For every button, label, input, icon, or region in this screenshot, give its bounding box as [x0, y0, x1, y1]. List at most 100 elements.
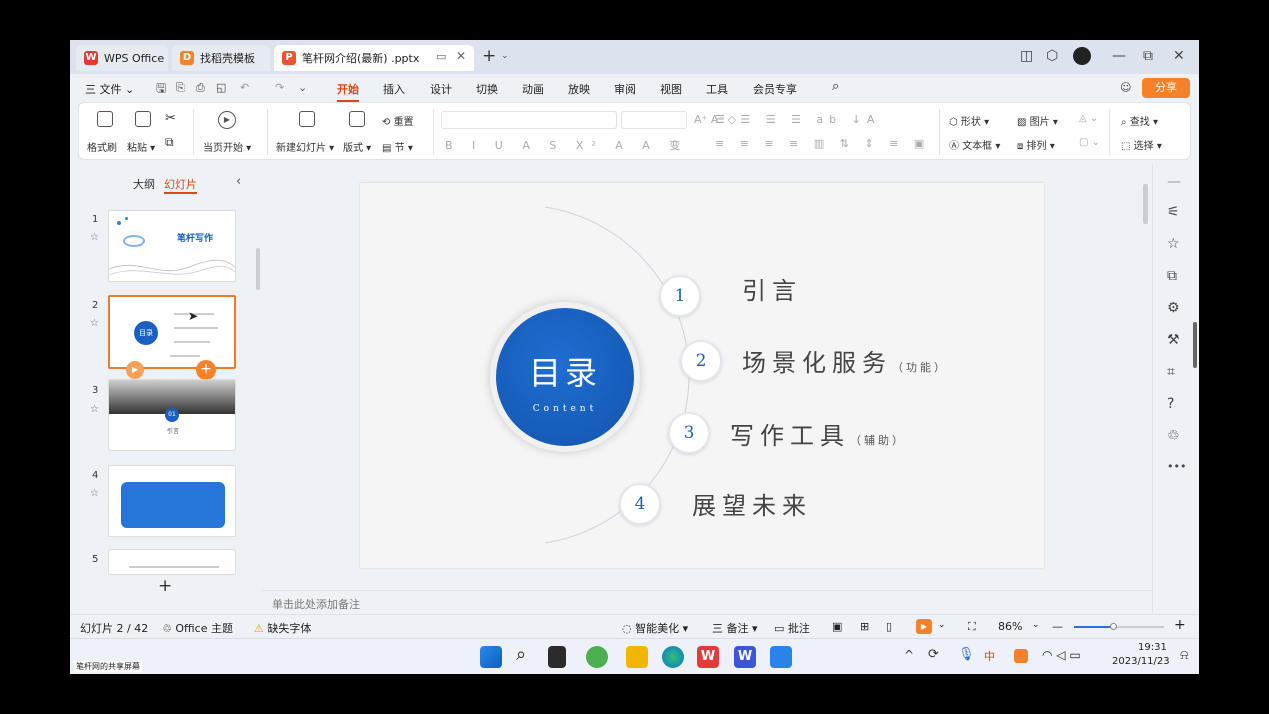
menu-design[interactable]: 设计 — [430, 81, 452, 97]
sidebar-collapse-icon[interactable]: — — [1167, 174, 1181, 190]
word-icon[interactable]: W — [734, 646, 756, 668]
copy-icon[interactable]: ⧉ — [165, 135, 174, 150]
picture-button[interactable]: ▨ 图片 ▾ — [1017, 113, 1058, 128]
slide-thumbnail-2[interactable]: 目录 ➤ — [108, 295, 236, 369]
paste-button[interactable]: 粘贴 ▾ — [127, 139, 155, 154]
paragraph-align-icons[interactable]: ≡ ≡ ≡ ≡ ▥ ⇅ ⇕ ≡ ▣ — [715, 137, 930, 150]
theme-button[interactable]: ♲ Office 主题 — [162, 620, 233, 636]
clock-time[interactable]: 19:31 — [1138, 642, 1167, 653]
play-from-current-button[interactable]: 当页开始 ▾ — [203, 139, 251, 154]
current-slide[interactable]: 目录 Content 1 引言 2 场景化服务（功能） 3 写作工具（辅助） 4… — [360, 183, 1044, 568]
app-green-icon[interactable] — [586, 646, 608, 668]
format-painter-button[interactable]: 格式刷 — [87, 139, 117, 154]
zoom-out-icon[interactable]: — — [1052, 620, 1063, 633]
zoom-slider-thumb[interactable] — [1110, 623, 1117, 630]
new-slide-icon[interactable] — [299, 111, 315, 127]
design-icon[interactable]: ⚙ — [1167, 300, 1180, 316]
normal-view-icon[interactable]: ▣ — [832, 620, 842, 633]
select-button[interactable]: ⬚ 选择 ▾ — [1121, 137, 1162, 152]
restore-icon[interactable]: ⧉ — [1143, 48, 1153, 64]
shape-button[interactable]: ⬡ 形状 ▾ — [949, 113, 989, 128]
canvas-scrollbar[interactable] — [1143, 184, 1148, 224]
beautify-button[interactable]: ◌ 智能美化 ▾ — [622, 620, 688, 636]
crop-icon[interactable]: ⌗ — [1167, 364, 1175, 380]
collapse-panel-icon[interactable]: ‹ — [236, 174, 241, 189]
favorite-icon[interactable]: ☆ — [1167, 236, 1180, 252]
menu-view[interactable]: 视图 — [660, 81, 682, 97]
new-tab-icon[interactable]: + — [482, 46, 496, 66]
font-family-select[interactable] — [441, 111, 617, 129]
layout-icon[interactable]: ◫ — [1020, 48, 1033, 64]
notes-pane[interactable]: 单击此处添加备注 — [262, 590, 1152, 614]
share-button[interactable]: 分享 — [1142, 78, 1190, 98]
notification-icon[interactable]: ⍾ — [1180, 648, 1189, 663]
task-view-icon[interactable] — [548, 646, 566, 668]
play-from-current-icon[interactable]: ▶ — [218, 111, 236, 129]
more-icon[interactable]: ••• — [1167, 460, 1186, 473]
tab-document[interactable]: P 笔杆网介绍(最新) .pptx ▭ ✕ — [274, 45, 474, 71]
close-window-icon[interactable]: ✕ — [1173, 48, 1185, 64]
arrange-button[interactable]: ⧈ 排列 ▾ — [1017, 137, 1055, 152]
cut-icon[interactable]: ✂ — [165, 111, 176, 126]
thumb-star-icon[interactable]: ☆ — [90, 404, 99, 415]
zoom-slider[interactable] — [1074, 623, 1164, 630]
zoom-in-icon[interactable]: + — [1174, 617, 1186, 633]
panel-scrollbar[interactable] — [256, 248, 260, 290]
missing-font-button[interactable]: ⚠ 缺失字体 — [254, 620, 311, 636]
notes-button[interactable]: 三 备注 ▾ — [712, 620, 758, 636]
thumb-star-icon[interactable]: ☆ — [90, 488, 99, 499]
tab-wps-office[interactable]: W WPS Office — [76, 45, 168, 71]
reading-view-icon[interactable]: ▯ — [886, 620, 892, 633]
quick-access-chevron-icon[interactable]: ⌄ — [298, 81, 307, 94]
wps-taskbar-icon[interactable]: W — [697, 646, 719, 668]
tab-close-icon[interactable]: ✕ — [456, 49, 466, 63]
chat-icon[interactable]: ☺ — [1120, 81, 1131, 94]
menu-review[interactable]: 审阅 — [614, 81, 636, 97]
minimize-icon[interactable]: — — [1112, 48, 1126, 64]
search-icon[interactable]: ⌕ — [832, 79, 839, 94]
tools-icon[interactable]: ⚒ — [1167, 332, 1180, 348]
tray-sync-icon[interactable]: ⟳ — [928, 647, 939, 662]
meeting-icon[interactable] — [770, 646, 792, 668]
tab-monitor-icon[interactable]: ▭ — [436, 50, 446, 63]
network-volume-battery-icon[interactable]: ◠ ◁ ▭ — [1042, 648, 1081, 662]
thumb-star-icon[interactable]: ☆ — [90, 318, 99, 329]
menu-animation[interactable]: 动画 — [522, 81, 544, 97]
textbox-button[interactable]: Ⓐ 文本框 ▾ — [949, 137, 1000, 152]
sorter-view-icon[interactable]: ⊞ — [860, 620, 869, 633]
avatar[interactable] — [1073, 47, 1091, 65]
add-slide-bottom-icon[interactable]: + — [158, 576, 172, 596]
slide-thumbnail-1[interactable]: 笔杆写作 — [108, 210, 236, 282]
property-icon[interactable]: ⚟ — [1167, 204, 1180, 220]
slide-thumbnail-5[interactable] — [108, 549, 236, 575]
tab-outline[interactable]: 大纲 — [133, 176, 155, 192]
share-link-icon[interactable]: ⎘ — [176, 81, 185, 95]
redo-icon[interactable]: ↷ — [275, 81, 284, 94]
find-button[interactable]: ⌕ 查找 ▾ — [1121, 113, 1158, 128]
menu-member[interactable]: 会员专享 — [753, 81, 797, 97]
reset-button[interactable]: ⟲ 重置 — [382, 113, 414, 128]
menu-home[interactable]: 开始 — [337, 81, 359, 102]
zoom-level[interactable]: 86% — [998, 620, 1022, 633]
tab-list-chevron-icon[interactable]: ⌄ — [501, 51, 509, 61]
fit-icon[interactable]: ⛶ — [968, 620, 976, 634]
side-handle[interactable] — [1193, 322, 1197, 368]
print-preview-icon[interactable]: ◱ — [216, 81, 226, 94]
paste-icon[interactable] — [135, 111, 151, 127]
font-size-select[interactable] — [621, 111, 687, 129]
tab-template[interactable]: D 找稻壳模板 — [172, 45, 270, 71]
undo-icon[interactable]: ↶ — [240, 81, 249, 94]
taskbar-search-icon[interactable]: ⌕ — [516, 644, 526, 665]
edge-icon[interactable] — [662, 646, 684, 668]
slideshow-button[interactable]: ▶ — [916, 619, 932, 634]
start-icon[interactable] — [480, 646, 502, 668]
ime-indicator[interactable]: 中 — [984, 648, 995, 664]
file-explorer-icon[interactable] — [626, 646, 648, 668]
tray-app-icon[interactable] — [1014, 649, 1028, 663]
tray-chevron-icon[interactable]: ^ — [904, 648, 914, 662]
clothes-icon[interactable]: ♲ — [1167, 428, 1180, 444]
slide-thumbnail-4[interactable] — [108, 465, 236, 537]
thumb-play-icon[interactable]: ▶ — [126, 361, 144, 379]
comment-button[interactable]: ▭ 批注 — [774, 620, 810, 636]
animation-pane-icon[interactable]: ⧉ — [1167, 268, 1177, 284]
